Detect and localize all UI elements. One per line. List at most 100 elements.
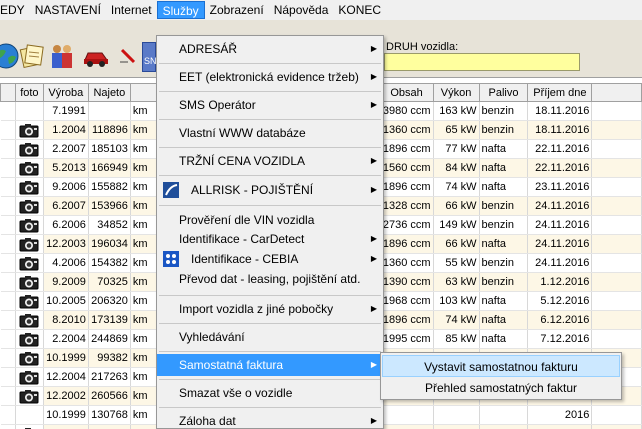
menu-item-adresar[interactable]: ADRESÁŘ ▶ — [157, 38, 383, 60]
row-selector-cell — [0, 405, 16, 425]
menu-item-cebia[interactable]: Identifikace - CEBIA ▶ — [157, 248, 383, 270]
druh-vozidla-field[interactable] — [384, 53, 580, 71]
extra-cell — [591, 291, 642, 311]
foto-cell — [15, 348, 44, 368]
documents-icon[interactable] — [18, 42, 46, 70]
vyroba-cell: 9.2006 — [43, 177, 89, 197]
row-selector-cell — [0, 215, 16, 235]
obsah-cell: 1968 ccm — [380, 291, 434, 311]
unit-cell: km — [130, 310, 159, 330]
pen-icon[interactable] — [114, 42, 142, 70]
camera-icon[interactable] — [19, 351, 39, 366]
camera-icon[interactable] — [19, 142, 39, 157]
row-selector-cell — [0, 310, 16, 330]
menu-item-vyhledavani[interactable]: Vyhledávání — [157, 326, 383, 348]
camera-icon[interactable] — [19, 237, 39, 252]
submenu-item-vystavit-fakturu[interactable]: Vystavit samostatnou fakturu — [382, 355, 620, 377]
car-icon[interactable] — [82, 42, 110, 70]
camera-icon[interactable] — [19, 332, 39, 347]
camera-icon[interactable] — [19, 370, 39, 385]
foto-cell — [15, 158, 44, 178]
people-icon[interactable] — [48, 42, 76, 70]
submenu-arrow-icon: ▶ — [370, 185, 377, 194]
menu-item-smazat-vse[interactable]: Smazat vše o vozidle — [157, 382, 383, 404]
menu-item-zaloha-dat[interactable]: Záloha dat ▶ — [157, 410, 383, 429]
camera-icon[interactable] — [19, 275, 39, 290]
menu-item-import-vozidla[interactable]: Import vozidla z jiné pobočky ▶ — [157, 298, 383, 320]
foto-cell — [15, 386, 44, 406]
header-obsah[interactable]: Obsah — [379, 83, 434, 102]
foto-cell — [15, 196, 44, 216]
menu-item-eet[interactable]: EET (elektronická evidence tržeb) ▶ — [157, 66, 383, 88]
camera-icon[interactable] — [19, 180, 39, 195]
extra-cell — [591, 139, 642, 159]
menu-item-prevod-dat[interactable]: Převod dat - leasing, pojištění atd. — [157, 268, 383, 290]
camera-icon[interactable] — [19, 199, 39, 214]
submenu-item-prehled-faktur[interactable]: Přehled samostatných faktur — [382, 377, 620, 399]
extra-cell — [591, 424, 642, 429]
header-prijem[interactable]: Příjem dne — [527, 83, 593, 102]
vykon-cell: 66 kW — [433, 234, 480, 254]
vyroba-cell: 10.1999 — [43, 405, 89, 425]
menu-edy[interactable]: EDY — [0, 1, 30, 19]
menu-separator — [159, 63, 381, 64]
unit-cell: km — [130, 367, 159, 387]
vykon-cell: 63 kW — [433, 272, 480, 292]
camera-icon[interactable] — [19, 313, 39, 328]
row-selector-cell — [0, 139, 16, 159]
obsah-cell: 2736 ccm — [380, 215, 434, 235]
unit-cell: km — [130, 196, 159, 216]
menu-item-label: EET (elektronická evidence tržeb) — [179, 70, 359, 84]
header-unit[interactable] — [129, 83, 159, 102]
camera-icon[interactable] — [19, 389, 39, 404]
foto-cell — [15, 234, 44, 254]
menu-item-trzni-cena[interactable]: TRŽNÍ CENA VOZIDLA ▶ — [157, 150, 383, 172]
najeto-cell: 118896 — [88, 120, 131, 140]
unit-cell: km — [130, 272, 159, 292]
camera-icon[interactable] — [19, 123, 39, 138]
menu-sluzby[interactable]: Služby — [156, 1, 205, 19]
header-cell[interactable] — [0, 83, 16, 102]
sms-icon[interactable]: SN — [142, 42, 157, 72]
menu-item-allrisk[interactable]: ALLRISK - POJIŠTĚNÍ ▶ — [157, 179, 383, 201]
menu-zobrazeni[interactable]: Zobrazení — [205, 1, 269, 19]
najeto-cell: 244869 — [88, 329, 131, 349]
menu-item-www-databaze[interactable]: Vlastní WWW databáze — [157, 122, 383, 144]
menu-nastaveni[interactable]: NASTAVENÍ — [30, 1, 106, 19]
camera-icon[interactable] — [19, 256, 39, 271]
submenu-arrow-icon: ▶ — [370, 416, 377, 425]
unit-cell: km — [130, 139, 159, 159]
row-selector-cell — [0, 272, 16, 292]
globe-icon[interactable] — [0, 42, 20, 70]
vyroba-cell: 12.2003 — [43, 234, 89, 254]
menu-internet[interactable]: Internet — [106, 1, 157, 19]
menu-separator — [159, 91, 381, 92]
vyroba-cell: 8.2010 — [43, 310, 89, 330]
menu-bar: EDY NASTAVENÍ Internet Služby Zobrazení … — [0, 0, 642, 20]
header-najeto[interactable]: Najeto — [87, 83, 131, 102]
menu-item-cardetect[interactable]: Identifikace - CarDetect ▶ — [157, 228, 383, 250]
vykon-cell: 163 kW — [433, 101, 480, 121]
camera-icon[interactable] — [19, 161, 39, 176]
vyroba-cell: 6.2006 — [43, 215, 89, 235]
menu-item-samostatna-faktura[interactable]: Samostatná faktura ▶ — [157, 354, 383, 376]
header-foto[interactable]: foto — [14, 83, 44, 102]
prijem-cell: 6.12.2016 — [527, 310, 593, 330]
vyroba-cell: 5.2013 — [43, 158, 89, 178]
submenu-arrow-icon: ▶ — [370, 156, 377, 165]
camera-icon[interactable] — [19, 294, 39, 309]
row-selector-cell — [0, 120, 16, 140]
palivo-cell: benzin — [479, 196, 529, 216]
header-palivo[interactable]: Palivo — [478, 83, 529, 102]
menu-item-sms-operator[interactable]: SMS Operátor ▶ — [157, 94, 383, 116]
prijem-cell: 1.12.2016 — [527, 272, 593, 292]
obsah-cell: 1390 ccm — [380, 272, 434, 292]
header-vykon[interactable]: Výkon — [432, 83, 480, 102]
menu-konec[interactable]: KONEC — [333, 1, 386, 19]
vyroba-cell: 12.2004 — [43, 367, 89, 387]
camera-icon[interactable] — [19, 218, 39, 233]
extra-cell — [591, 253, 642, 273]
menu-napoveda[interactable]: Nápověda — [269, 1, 334, 19]
header-vyroba[interactable]: Výroba — [42, 83, 89, 102]
row-selector-cell — [0, 367, 16, 387]
